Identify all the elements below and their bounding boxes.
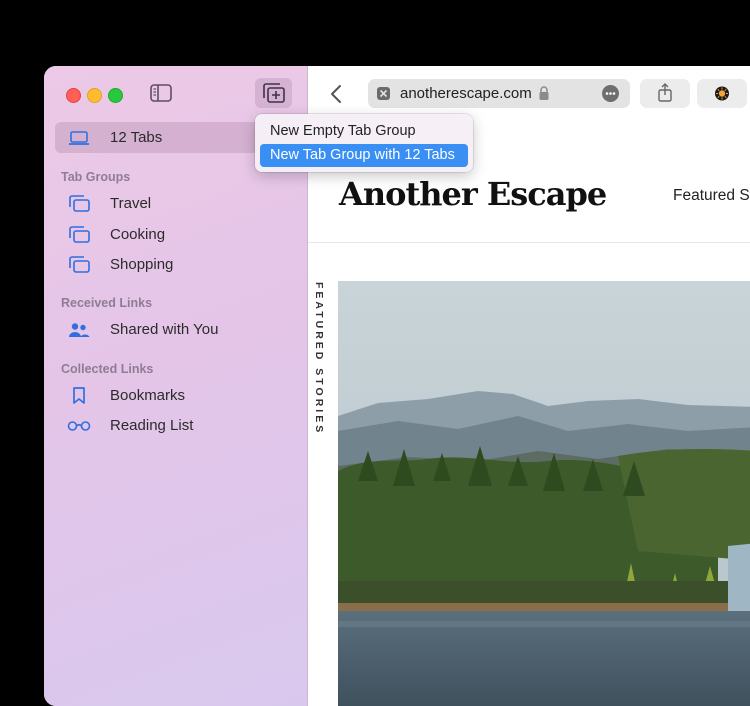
sidebar-item-reading-list[interactable]: Reading List <box>55 410 293 441</box>
glasses-icon <box>67 416 91 436</box>
share-button[interactable] <box>640 79 690 108</box>
sidebar-item-label: Travel <box>110 195 152 212</box>
bookmark-icon <box>67 386 91 406</box>
back-button[interactable] <box>330 84 342 109</box>
nav-featured-stories[interactable]: Featured St <box>673 187 750 205</box>
tab-groups-heading: Tab Groups <box>61 170 131 184</box>
collected-links-heading: Collected Links <box>61 362 154 376</box>
sidebar-item-label: Shopping <box>110 256 174 273</box>
menu-item-new-tab-group-with-tabs[interactable]: New Tab Group with 12 Tabs <box>260 144 468 167</box>
laptop-icon <box>67 128 91 148</box>
close-window-button[interactable] <box>66 88 81 103</box>
sidebar-item-shopping[interactable]: Shopping <box>55 249 293 280</box>
new-tab-group-menu: New Empty Tab Group New Tab Group with 1… <box>255 114 473 172</box>
tabs-icon <box>67 255 91 275</box>
sidebar-item-label: Reading List <box>110 417 194 434</box>
featured-photo[interactable] <box>338 281 750 706</box>
close-tab-icon[interactable] <box>377 87 390 100</box>
new-tab-group-button[interactable] <box>255 78 292 108</box>
sidebar-item-bookmarks[interactable]: Bookmarks <box>55 380 293 411</box>
address-text[interactable]: anotherescape.com <box>400 85 532 102</box>
plus-square-icon <box>263 83 285 103</box>
lock-icon <box>538 86 550 106</box>
minimize-window-button[interactable] <box>87 88 102 103</box>
sun-icon <box>715 86 729 101</box>
tabs-icon <box>67 194 91 214</box>
sidebar-toggle-button[interactable] <box>150 84 172 102</box>
sidebar-item-shared-with-you[interactable]: Shared with You <box>55 314 293 345</box>
site-favicon-button[interactable] <box>697 79 747 108</box>
site-logo[interactable]: Another Escape <box>339 175 607 213</box>
more-options-icon[interactable] <box>602 85 619 102</box>
address-bar[interactable]: anotherescape.com <box>368 79 630 108</box>
featured-stories-caption: FEATURED STORIES <box>313 282 325 436</box>
tabs-icon <box>67 225 91 245</box>
zoom-window-button[interactable] <box>108 88 123 103</box>
safari-window: 12 Tabs Tab Groups Travel Cooking Shoppi… <box>44 66 750 706</box>
sidebar-item-label: 12 Tabs <box>110 129 163 146</box>
sidebar-item-label: Shared with You <box>110 321 219 338</box>
people-icon <box>67 320 91 340</box>
menu-item-new-empty-tab-group[interactable]: New Empty Tab Group <box>260 120 468 143</box>
share-icon <box>658 83 672 102</box>
sidebar-item-travel[interactable]: Travel <box>55 188 293 219</box>
sidebar-item-label: Bookmarks <box>110 387 186 404</box>
sidebar-icon <box>150 84 172 102</box>
sidebar-item-label: Cooking <box>110 226 166 243</box>
sidebar-item-cooking[interactable]: Cooking <box>55 219 293 250</box>
received-links-heading: Received Links <box>61 296 153 310</box>
chevron-left-icon <box>331 85 341 103</box>
